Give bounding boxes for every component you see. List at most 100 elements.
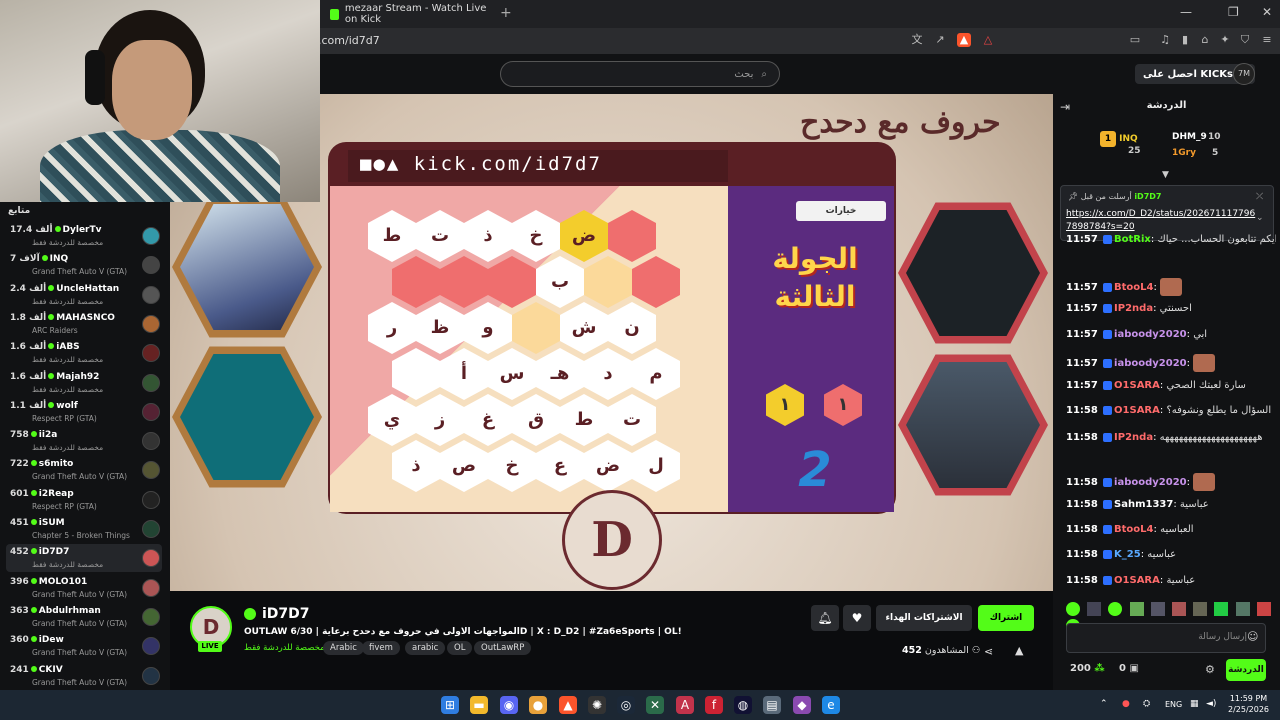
unpin-icon[interactable]: ⤫ (1256, 192, 1263, 202)
tag-arabic[interactable]: Arabic (323, 641, 364, 655)
network-icon[interactable]: ▦ (1190, 699, 1199, 709)
new-tab-button[interactable]: + (500, 5, 512, 21)
reader-icon[interactable]: ▮ (1178, 33, 1192, 47)
game-icon[interactable]: ◆ (793, 696, 811, 714)
chatgpt-icon[interactable]: ✺ (588, 696, 606, 714)
vpn-shield-icon[interactable]: ⛉ (1238, 33, 1252, 47)
sidebar-channel[interactable]: 1.8 ألف MAHASNCO ARC Raiders (6, 310, 162, 338)
tag-arabic-lower[interactable]: arabic (405, 641, 446, 655)
sidebar-channel[interactable]: 1.6 ألف Majah92 مخصصة للدردشة فقط (6, 369, 162, 397)
emote-4[interactable] (1129, 602, 1144, 616)
discord-icon[interactable]: ◉ (500, 696, 518, 714)
sidebar-channel[interactable]: 601 i2Reap Respect RP (GTA) (6, 486, 162, 514)
sidebar-channel[interactable]: 1.6 ألف iABS مخصصة للدردشة فقط (6, 339, 162, 367)
file-explorer-icon[interactable]: ▬ (470, 696, 488, 714)
pinned-expand-icon[interactable]: ⌄ (1256, 213, 1264, 223)
translate-icon[interactable]: 文 (910, 33, 924, 47)
message-user[interactable]: iaboody2020 (1114, 358, 1187, 369)
red-app-icon[interactable]: f (705, 696, 723, 714)
emote-5[interactable] (1150, 602, 1165, 616)
emote-1[interactable] (1066, 602, 1080, 616)
channel-name[interactable]: iD7D7 (262, 606, 310, 622)
message-user[interactable]: IP2nda (1114, 432, 1153, 443)
message-user[interactable]: O1SARA (1114, 405, 1160, 416)
sidebar-channel[interactable]: 451 iSUM Chapter 5 - Broken Things (6, 515, 162, 543)
sidebar-channel[interactable]: 1.1 ألف wolf Respect RP (GTA) (6, 398, 162, 426)
follow-heart-icon[interactable]: ♥ (843, 605, 871, 631)
chat-send-button[interactable]: الدردشة (1226, 659, 1266, 681)
rewards-icon[interactable]: △ (981, 33, 995, 47)
tag-fivem[interactable]: fivem (362, 641, 400, 655)
chat-settings-icon[interactable]: ⚙ (1205, 663, 1215, 676)
message-user[interactable]: K_25 (1114, 549, 1141, 560)
sidebar-channel[interactable]: 2.4 ألف UncleHattan مخصصة للدردشة فقط (6, 281, 162, 309)
steam-icon[interactable]: ◎ (617, 696, 635, 714)
tray-chevron-icon[interactable]: ⌃ (1100, 699, 1108, 709)
message-user[interactable]: IP2nda (1114, 303, 1153, 314)
edge-icon[interactable]: e (822, 696, 840, 714)
sidebar-channel[interactable]: 17.4 ألف DylerTv مخصصة للدردشة فقط (6, 222, 162, 250)
stream-category[interactable]: مخصصة للدردشة فقط (244, 643, 325, 653)
extensions-icon[interactable]: ✦ (1218, 33, 1232, 47)
sidebar-channel[interactable]: 396 MOLO101 Grand Theft Auto V (GTA) (6, 574, 162, 602)
emote-8[interactable] (1214, 602, 1229, 616)
message-user[interactable]: BotRix (1114, 234, 1151, 245)
close-window-button[interactable]: ✕ (1262, 5, 1272, 19)
kicks-balance[interactable]: 0 ▣ (1119, 663, 1139, 674)
volume-icon[interactable]: ◄) (1206, 699, 1216, 709)
tag-outlawrp[interactable]: OutLawRP (474, 641, 532, 655)
obs-icon[interactable]: ◍ (734, 696, 752, 714)
minimize-button[interactable]: — (1180, 5, 1192, 19)
emote-7[interactable] (1193, 602, 1208, 616)
url-text[interactable]: .com/id7d7 (318, 34, 380, 47)
message-user[interactable]: O1SARA (1114, 575, 1160, 586)
message-user[interactable]: iaboody2020 (1114, 477, 1187, 488)
maximize-button[interactable]: ❐ (1228, 5, 1239, 19)
sidebar-channel[interactable]: 360 iDew Grand Theft Auto V (GTA) (6, 632, 162, 660)
channel-points[interactable]: 200 ⁂ (1070, 663, 1105, 674)
tag-ol[interactable]: OL (447, 641, 473, 655)
menu-icon[interactable]: ≡ (1260, 33, 1274, 47)
app-icon[interactable]: ● (529, 696, 547, 714)
report-icon[interactable]: ▲ (1015, 644, 1023, 657)
xbox-icon[interactable]: ✕ (646, 696, 664, 714)
music-icon[interactable]: ♫ (1158, 33, 1172, 47)
sidebar-channel[interactable]: 7 آلاف INQ Grand Theft Auto V (GTA) (6, 251, 162, 279)
tray-app-icon[interactable]: ⛭ (1143, 699, 1150, 709)
sidebar-channel[interactable]: 241 CKIV Grand Theft Auto V (GTA) (6, 662, 162, 690)
emote-10[interactable] (1256, 602, 1271, 616)
share-page-icon[interactable]: ↗ (933, 33, 947, 47)
emote-6[interactable] (1171, 602, 1186, 616)
expand-leaderboard-icon[interactable]: ▼ (1162, 170, 1169, 180)
start-menu-icon[interactable]: ⊞ (441, 696, 459, 714)
message-user[interactable]: BtooL4 (1114, 282, 1153, 293)
adobe-icon[interactable]: A (676, 696, 694, 714)
search-input[interactable]: ⌕ بحث (500, 61, 780, 87)
emote-2[interactable] (1087, 602, 1102, 616)
emoji-icon[interactable]: ☺ (1247, 630, 1258, 643)
chat-input[interactable]: إرسال رسالة (1066, 623, 1266, 653)
subscribe-button[interactable]: اشتراك (978, 605, 1034, 631)
browser-tab[interactable]: mezaar Stream - Watch Live on Kick (330, 3, 490, 25)
sidebar-toggle-icon[interactable]: ▭ (1128, 33, 1142, 47)
message-user[interactable]: O1SARA (1114, 380, 1160, 391)
user-avatar[interactable]: 7M (1233, 63, 1255, 85)
system-clock[interactable]: 11:59 PM 2/25/2026 (1228, 693, 1269, 715)
sidebar-channel[interactable]: 363 Abdulrhman Grand Theft Auto V (GTA) (6, 603, 162, 631)
message-user[interactable]: iaboody2020 (1114, 329, 1187, 340)
brave-browser-icon[interactable]: ▲ (559, 696, 577, 714)
language-indicator[interactable]: ENG (1165, 700, 1182, 709)
pinned-link[interactable]: https://x.com/D_D2/status/20267111779678… (1066, 208, 1256, 234)
emote-9[interactable] (1235, 602, 1250, 616)
sidebar-channel[interactable]: 722 s6mito Grand Theft Auto V (GTA) (6, 456, 162, 484)
store-icon[interactable]: ▤ (763, 696, 781, 714)
sidebar-channel[interactable]: 758 ii2a مخصصة للدردشة فقط (6, 427, 162, 455)
emote-3[interactable] (1108, 602, 1123, 616)
notification-bell-icon[interactable]: 🔔︎ (811, 605, 839, 631)
bookmark-icon[interactable]: ⌂ (1198, 33, 1212, 47)
gift-subs-button[interactable]: الاشتراكات الهداء (876, 605, 972, 631)
sidebar-channel[interactable]: 452 iD7D7 مخصصة للدردشة فقط (6, 544, 162, 573)
message-user[interactable]: Sahm1337 (1114, 499, 1173, 510)
message-user[interactable]: BtooL4 (1114, 524, 1153, 535)
microphone-icon[interactable]: ● (1122, 699, 1130, 709)
